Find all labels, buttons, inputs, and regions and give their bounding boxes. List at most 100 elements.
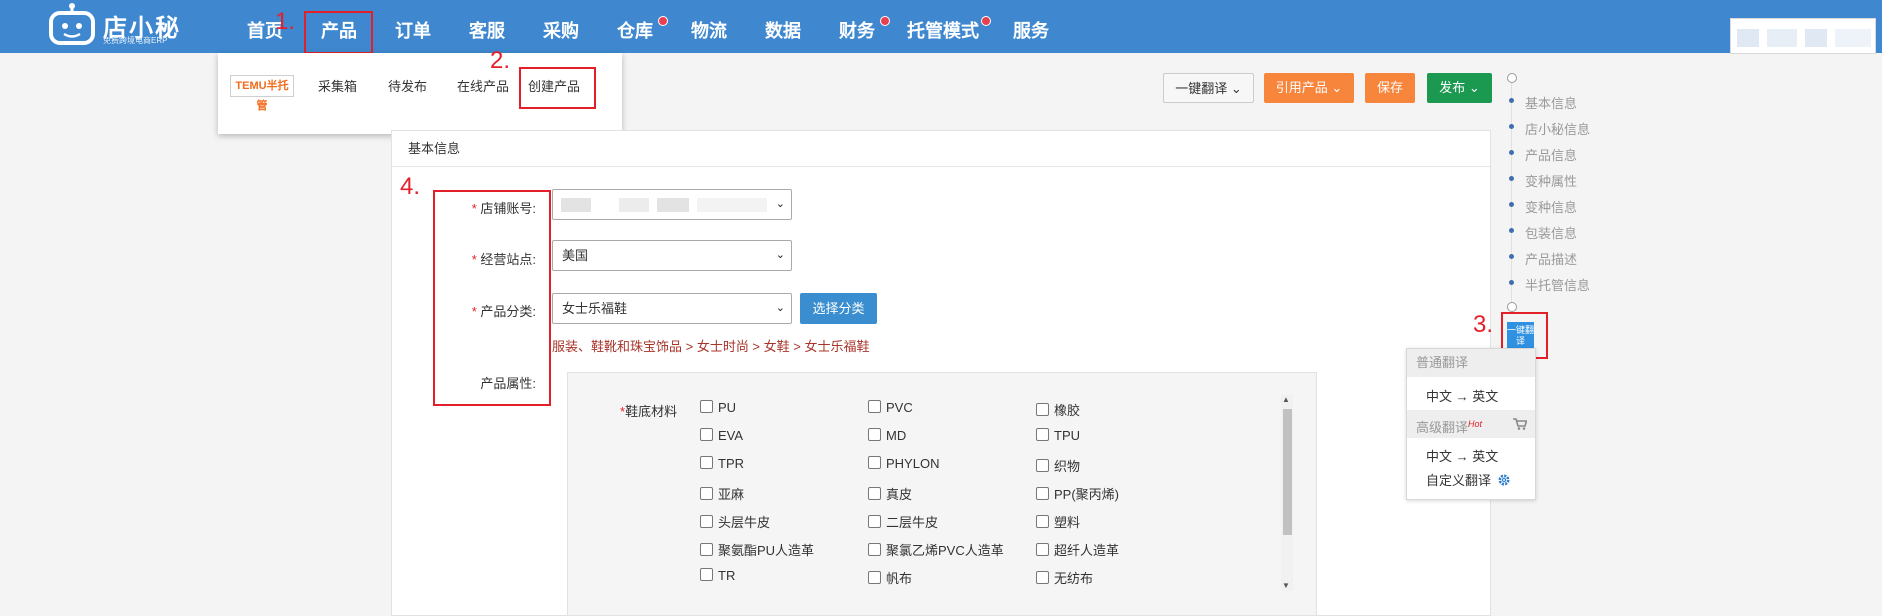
temu-semi-managed-tab[interactable]: TEMU半托管 — [230, 75, 294, 112]
side-nav-package-info[interactable]: 包装信息 — [1525, 223, 1577, 242]
one-click-translate-dropdown[interactable]: 一键翻译 ⌄ — [1163, 73, 1254, 103]
checkbox-canvas[interactable]: 帆布 — [868, 568, 912, 587]
checkbox-pp[interactable]: PP(聚丙烯) — [1036, 484, 1119, 503]
nav-finance[interactable]: 财务 — [828, 0, 886, 53]
scroll-down-icon[interactable]: ▼ — [1282, 581, 1290, 590]
warehouse-notification-dot — [658, 16, 668, 26]
quote-product-button[interactable]: 引用产品 ⌄ — [1264, 73, 1354, 103]
nav-warehouse[interactable]: 仓库 — [606, 0, 664, 53]
step-marker-3: 3. — [1473, 311, 1494, 338]
checkbox-fabric[interactable]: 织物 — [1036, 456, 1080, 475]
managed-mode-notification-dot — [981, 16, 991, 26]
step-marker-2: 2. — [490, 47, 511, 74]
side-nav-product-info[interactable]: 产品信息 — [1525, 145, 1577, 164]
attributes-scrollbar[interactable]: ▲ ▼ — [1281, 395, 1293, 591]
masked-shop-block — [657, 198, 689, 212]
advanced-translate-header: 高级翻译Hot — [1407, 410, 1535, 438]
checkbox-linen[interactable]: 亚麻 — [700, 484, 744, 503]
side-nav-store-info[interactable]: 店小秘信息 — [1525, 119, 1590, 138]
checkbox-phylon[interactable]: PHYLON — [868, 456, 939, 471]
nav-data[interactable]: 数据 — [754, 0, 812, 53]
nav-managed-mode[interactable]: 托管模式 — [902, 0, 984, 53]
save-button[interactable]: 保存 — [1365, 73, 1415, 103]
checkbox-rubber[interactable]: 橡胶 — [1036, 400, 1080, 419]
category-label: * 产品分类: — [471, 304, 536, 319]
rail-dot — [1509, 254, 1514, 259]
menu-collection-box[interactable]: 采集箱 — [318, 76, 357, 95]
checkbox-md[interactable]: MD — [868, 428, 906, 443]
shop-account-label: * 店铺账号: — [471, 201, 536, 216]
nav-purchasing[interactable]: 采购 — [532, 0, 590, 53]
checkbox-top-grain-leather[interactable]: 头层牛皮 — [700, 512, 770, 531]
scroll-up-icon[interactable]: ▲ — [1282, 395, 1290, 404]
finance-notification-dot — [880, 16, 890, 26]
rail-dot — [1509, 124, 1514, 129]
advanced-translate-zh-en[interactable]: 中文 → 英文 — [1426, 446, 1498, 465]
translate-menu: 普通翻译 中文 → 英文 高级翻译Hot 中文 → 英文 自定义翻译 — [1406, 348, 1536, 500]
category-select[interactable]: 女士乐福鞋 ⌄ — [552, 293, 792, 324]
publish-label: 发布 — [1439, 80, 1466, 95]
section-rail-line — [1511, 80, 1512, 305]
checkbox-plastic[interactable]: 塑料 — [1036, 512, 1080, 531]
category-breadcrumb: 服装、鞋靴和珠宝饰品 > 女士时尚 > 女鞋 > 女士乐福鞋 — [552, 339, 870, 354]
account-switcher[interactable] — [1730, 18, 1876, 54]
checkbox-microfiber-leather[interactable]: 超纤人造革 — [1036, 540, 1119, 559]
rail-dot — [1509, 150, 1514, 155]
translate-label: 一键翻译 — [1175, 81, 1228, 96]
checkbox-tpr[interactable]: TPR — [700, 456, 744, 471]
site-value: 美国 — [562, 248, 589, 263]
nav-customer-service[interactable]: 客服 — [458, 0, 516, 53]
side-nav-variant-attributes[interactable]: 变种属性 — [1525, 171, 1577, 190]
masked-shop-block — [619, 198, 649, 212]
normal-translate-zh-en[interactable]: 中文 → 英文 — [1426, 386, 1498, 405]
side-nav-variant-info[interactable]: 变种信息 — [1525, 197, 1577, 216]
rail-dot — [1509, 202, 1514, 207]
choose-category-button[interactable]: 选择分类 — [800, 293, 877, 324]
chevron-down-icon: ⌄ — [1230, 81, 1242, 96]
checkbox-genuine-leather[interactable]: 真皮 — [868, 484, 912, 503]
checkbox-non-woven[interactable]: 无纺布 — [1036, 568, 1093, 587]
nav-service[interactable]: 服务 — [1002, 0, 1060, 53]
step-marker-1: 1. — [275, 8, 296, 35]
required-mark: * — [471, 252, 477, 267]
highlight-create-product — [519, 67, 596, 109]
checkbox-pvc-leather[interactable]: 聚氯乙烯PVC人造革 — [868, 540, 1004, 559]
publish-button[interactable]: 发布 ⌄ — [1427, 73, 1492, 103]
site-select[interactable]: 美国 ⌄ — [552, 240, 792, 271]
required-mark: * — [471, 304, 477, 319]
masked-account-block — [1767, 29, 1797, 47]
attributes-box: *鞋底材料 PU PVC 橡胶 EVA MD TPU TPR PHYLON 织物… — [567, 372, 1317, 616]
checkbox-tpu[interactable]: TPU — [1036, 428, 1080, 443]
brand-logo[interactable]: 店小秘 免费跨境电商ERP — [48, 2, 183, 50]
rail-start-ring — [1507, 73, 1517, 83]
side-nav-product-description[interactable]: 产品描述 — [1525, 249, 1577, 268]
gear-icon — [1498, 474, 1510, 486]
shop-account-select[interactable]: ⌄ — [552, 189, 792, 220]
scrollbar-thumb[interactable] — [1283, 409, 1292, 535]
checkbox-pvc[interactable]: PVC — [868, 400, 913, 415]
side-nav-basic-info[interactable]: 基本信息 — [1525, 93, 1577, 112]
step-marker-4: 4. — [400, 173, 421, 200]
sole-material-label: *鞋底材料 — [620, 404, 678, 419]
chevron-down-icon: ⌄ — [1468, 80, 1480, 95]
custom-translate-item[interactable]: 自定义翻译 — [1426, 470, 1511, 489]
rail-dot — [1509, 280, 1514, 285]
checkbox-pu[interactable]: PU — [700, 400, 736, 415]
brand-tagline: 免费跨境电商ERP — [103, 36, 168, 45]
panel-title: 基本信息 — [392, 131, 1490, 167]
checkbox-split-leather[interactable]: 二层牛皮 — [868, 512, 938, 531]
masked-shop-block — [561, 198, 591, 212]
menu-online-products[interactable]: 在线产品 — [457, 76, 509, 95]
required-mark: * — [471, 201, 477, 216]
side-nav-semi-managed-info[interactable]: 半托管信息 — [1525, 275, 1590, 294]
checkbox-eva[interactable]: EVA — [700, 428, 743, 443]
checkbox-tr[interactable]: TR — [700, 568, 735, 583]
cart-icon[interactable] — [1513, 418, 1527, 430]
menu-pending-publish[interactable]: 待发布 — [388, 76, 427, 95]
chevron-down-icon: ⌄ — [1331, 80, 1343, 95]
category-value: 女士乐福鞋 — [562, 301, 628, 316]
rail-dot — [1509, 176, 1514, 181]
nav-logistics[interactable]: 物流 — [680, 0, 738, 53]
checkbox-pu-leather[interactable]: 聚氨酯PU人造革 — [700, 540, 814, 559]
nav-orders[interactable]: 订单 — [384, 0, 442, 53]
